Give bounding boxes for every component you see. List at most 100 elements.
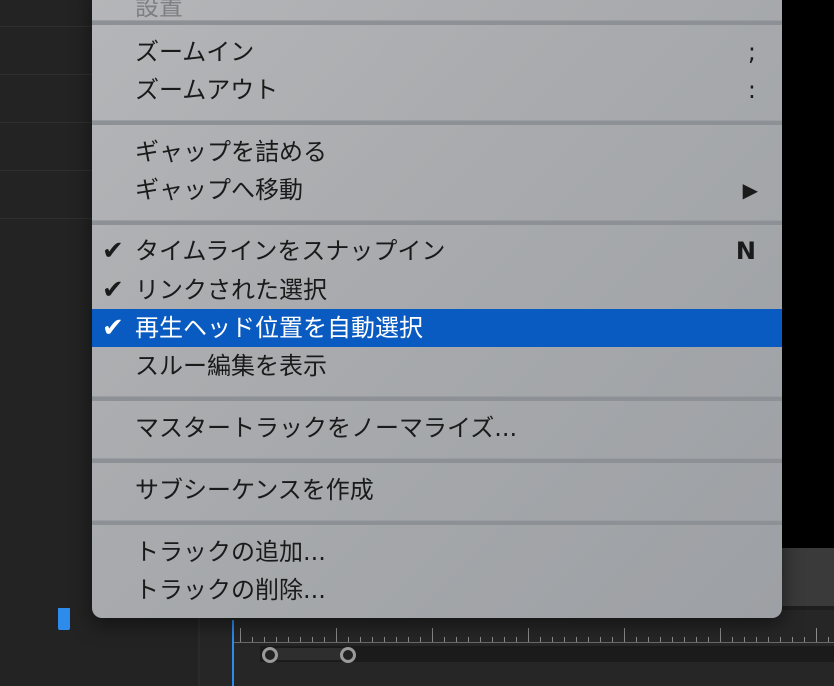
ruler-tick [420, 637, 421, 642]
menu-item-label: スルー編集を表示 [135, 352, 327, 380]
ruler-tick [408, 637, 409, 642]
ruler-tick [264, 637, 265, 642]
ruler-tick [276, 637, 277, 642]
ruler-tick [444, 637, 445, 642]
menu-item-label: タイムラインをスナップイン [135, 237, 446, 265]
ruler-tick [360, 637, 361, 642]
ruler-tick [660, 637, 661, 642]
ruler-tick [696, 637, 697, 642]
ruler-tick [348, 637, 349, 642]
ruler-tick [324, 637, 325, 642]
menu-item-shortcut: N [735, 237, 756, 265]
ruler-tick [756, 637, 757, 642]
timeline-context-menu: 設置 ズームイン ; ズームアウト : ギャップを詰める ギャップへ移動 ▶ ✔… [92, 0, 782, 618]
checkmark-icon: ✔ [102, 275, 124, 305]
menu-item-go-to-gap[interactable]: ギャップへ移動 ▶ [92, 171, 782, 209]
ruler-tick [648, 637, 649, 642]
submenu-arrow-icon: ▶ [742, 178, 758, 202]
menu-separator [92, 520, 782, 525]
panel-row-divider [0, 170, 100, 171]
menu-item-label: トラックの追加... [135, 538, 326, 566]
menu-separator [92, 120, 782, 125]
menu-separator [92, 458, 782, 463]
menu-separator [92, 396, 782, 401]
program-monitor [782, 0, 834, 548]
ruler-tick [720, 628, 721, 642]
menu-item-label: マスタートラックをノーマライズ... [135, 414, 518, 442]
ruler-tick [552, 637, 553, 642]
menu-item-make-subsequence[interactable]: サブシーケンスを作成 [92, 471, 782, 509]
ruler-tick [624, 628, 625, 642]
ruler-tick [288, 637, 289, 642]
ruler-tick [240, 628, 241, 642]
panel-row-divider [0, 122, 100, 123]
ruler-tick [588, 637, 589, 642]
ruler-tick [516, 637, 517, 642]
checkmark-icon: ✔ [102, 313, 124, 343]
timeline-panel[interactable] [200, 610, 834, 686]
ruler-tick [600, 637, 601, 642]
menu-item-label: ギャップを詰める [135, 138, 327, 166]
ruler-tick [432, 628, 433, 642]
menu-item-normalize-master-track[interactable]: マスタートラックをノーマライズ... [92, 409, 782, 447]
ruler-tick [792, 637, 793, 642]
ruler-tick [708, 637, 709, 642]
ruler-tick [312, 637, 313, 642]
ruler-tick [528, 628, 529, 642]
ruler-tick [336, 628, 337, 642]
menu-item-label: ズームアウト [135, 76, 279, 104]
playhead-handle[interactable] [58, 608, 70, 630]
ruler-tick [492, 637, 493, 642]
menu-item-snap-in-timeline[interactable]: ✔ タイムラインをスナップイン N [92, 232, 782, 270]
menu-separator [92, 220, 782, 225]
menu-item-show-through-edits[interactable]: スルー編集を表示 [92, 347, 782, 385]
menu-item-zoom-out[interactable]: ズームアウト : [92, 71, 782, 109]
ruler-tick [768, 637, 769, 642]
menu-item-label: サブシーケンスを作成 [135, 476, 374, 504]
menu-item-label: トラックの削除... [135, 576, 326, 604]
time-ruler[interactable] [234, 622, 834, 643]
panel-row-divider [0, 218, 100, 219]
menu-item-shortcut: ; [747, 38, 756, 66]
ruler-tick [564, 637, 565, 642]
ruler-tick [828, 637, 829, 642]
menu-item-label: ギャップへ移動 [135, 176, 303, 204]
playhead-line[interactable] [232, 620, 234, 686]
ruler-tick [468, 637, 469, 642]
menu-item-zoom-in[interactable]: ズームイン ; [92, 33, 782, 71]
ruler-tick [396, 637, 397, 642]
panel-row-divider [0, 26, 100, 27]
ruler-tick [804, 637, 805, 642]
zoom-handle-left[interactable] [262, 647, 278, 663]
ruler-tick [744, 637, 745, 642]
menu-item-select-at-playhead[interactable]: ✔ 再生ヘッド位置を自動選択 [92, 309, 782, 347]
ruler-tick [672, 637, 673, 642]
menu-item-add-tracks[interactable]: トラックの追加... [92, 533, 782, 571]
menu-separator [92, 20, 782, 25]
menu-item-close-gap[interactable]: ギャップを詰める [92, 133, 782, 171]
ruler-tick [612, 637, 613, 642]
timeline-header [782, 548, 834, 606]
zoom-handle-right[interactable] [340, 647, 356, 663]
ruler-tick [372, 637, 373, 642]
checkmark-icon: ✔ [102, 236, 124, 266]
menu-item-linked-selection[interactable]: ✔ リンクされた選択 [92, 271, 782, 309]
ruler-tick [300, 637, 301, 642]
ruler-tick [252, 637, 253, 642]
menu-item-shortcut: : [747, 76, 756, 104]
ruler-tick [456, 637, 457, 642]
ruler-tick [576, 637, 577, 642]
ruler-tick [480, 637, 481, 642]
ruler-tick [816, 628, 817, 642]
ruler-tick [636, 637, 637, 642]
ruler-tick [732, 637, 733, 642]
panel-row-divider [0, 74, 100, 75]
ruler-tick [504, 637, 505, 642]
menu-item-delete-tracks[interactable]: トラックの削除... [92, 571, 782, 609]
premiere-app-window: 設置 ズームイン ; ズームアウト : ギャップを詰める ギャップへ移動 ▶ ✔… [0, 0, 834, 686]
menu-item-label: 再生ヘッド位置を自動選択 [135, 314, 423, 342]
ruler-tick [684, 637, 685, 642]
ruler-tick [540, 637, 541, 642]
ruler-tick [780, 637, 781, 642]
menu-item-label: リンクされた選択 [135, 276, 327, 304]
